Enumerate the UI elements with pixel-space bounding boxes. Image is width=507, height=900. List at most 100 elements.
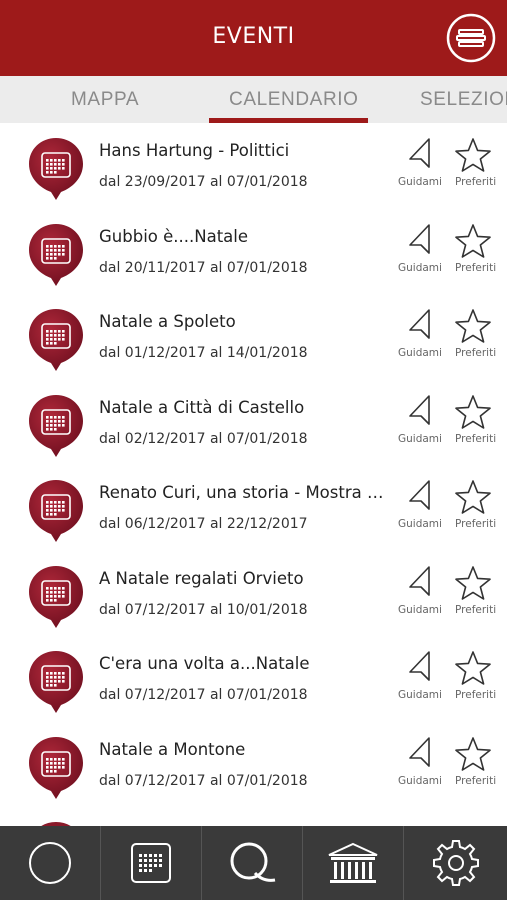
star-icon [455,138,491,172]
star-icon [455,565,491,600]
event-pin-icon [27,735,85,801]
event-title: Natale a Spoleto [99,312,236,331]
favorite-label: Preferiti [455,176,497,188]
event-dates: dal 07/12/2017 al 07/01/2018 [99,772,308,789]
page-title: EVENTI [212,24,295,49]
navigation-arrow-icon [409,394,430,425]
event-pin-icon [27,649,85,715]
guide-label: Guidami [398,432,442,445]
q-icon [230,842,276,882]
guide-label: Guidami [398,774,442,787]
guide-label: Guidami [398,518,442,530]
event-row[interactable]: Natale a Montone dal 07/12/2017 al 07/01… [0,722,507,808]
favorite-button[interactable]: Preferiti [452,137,498,189]
event-row[interactable]: Renato Curi, una storia - Mostra fotogra… [0,465,507,551]
event-dates: dal 02/12/2017 al 07/01/2018 [99,430,308,447]
event-title: A Natale regalati Orvieto [99,568,304,588]
menu-button[interactable] [446,13,496,63]
star-icon [455,480,491,514]
event-row-partial [0,807,507,826]
star-icon [455,223,491,258]
favorite-button[interactable]: Preferiti [452,479,498,531]
favorite-label: Preferiti [455,603,497,616]
guide-button[interactable]: Guidami [397,308,442,360]
event-row[interactable]: C'era una volta a...Natale dal 07/12/201… [0,636,507,722]
event-dates: dal 07/12/2017 al 10/01/2018 [99,601,308,618]
event-row[interactable]: Natale a Spoleto dal 01/12/2017 al 14/01… [0,294,507,380]
nav-calendar-button[interactable] [101,826,202,900]
favorite-label: Preferiti [455,774,497,787]
guide-button[interactable]: Guidami [397,736,442,788]
event-pin-icon [27,393,85,459]
navigation-arrow-icon [409,138,430,168]
event-row[interactable]: Natale a Città di Castello dal 02/12/201… [0,380,507,466]
favorite-button[interactable]: Preferiti [452,308,498,360]
favorite-button[interactable]: Preferiti [452,565,498,617]
star-icon [455,394,491,429]
favorite-label: Preferiti [455,261,497,274]
event-row[interactable]: Gubbio è....Natale dal 20/11/2017 al 07/… [0,209,507,295]
tab-selezioni[interactable]: SELEZION [420,89,507,111]
favorite-button[interactable]: Preferiti [452,736,498,788]
event-title: Natale a Montone [99,739,246,759]
favorite-label: Preferiti [455,518,497,530]
navigation-arrow-icon [409,309,430,339]
gear-icon [432,840,479,886]
guide-button[interactable]: Guidami [397,137,442,189]
event-title: Hans Hartung - Polittici [99,141,290,160]
nav-search-button[interactable] [202,826,303,900]
event-pin-icon [27,136,85,202]
bottom-nav [0,826,507,900]
event-row[interactable]: A Natale regalati Orvieto dal 07/12/2017… [0,551,507,637]
museum-icon [328,842,378,883]
star-icon [455,309,491,343]
guide-label: Guidami [398,689,442,701]
favorite-button[interactable]: Preferiti [452,223,498,275]
favorite-label: Preferiti [455,432,497,445]
event-pin-icon [27,564,85,630]
favorite-label: Preferiti [455,347,497,359]
event-title: Natale a Città di Castello [99,397,305,417]
favorite-button[interactable]: Preferiti [452,650,498,702]
event-title: C'era una volta a...Natale [99,654,310,673]
event-dates: dal 20/11/2017 al 07/01/2018 [99,259,308,276]
navigation-arrow-icon [409,565,430,596]
event-pin-icon [27,478,85,544]
navigation-arrow-icon [409,736,430,767]
nav-settings-button[interactable] [404,826,507,900]
navigation-arrow-icon [409,223,430,254]
navigation-arrow-icon [409,480,430,510]
nav-museum-button[interactable] [303,826,404,900]
circle-icon [29,842,71,884]
guide-button[interactable]: Guidami [397,223,442,275]
favorite-button[interactable]: Preferiti [452,394,498,446]
event-title: Renato Curi, una storia - Mostra fotogra… [99,483,389,502]
event-row[interactable]: Hans Hartung - Polittici dal 23/09/2017 … [0,123,507,209]
guide-button[interactable]: Guidami [397,479,442,531]
event-dates: dal 07/12/2017 al 07/01/2018 [99,687,308,703]
event-title: Gubbio è....Natale [99,226,249,246]
guide-label: Guidami [398,347,442,359]
navigation-arrow-icon [409,651,430,681]
guide-button[interactable]: Guidami [397,565,442,617]
guide-label: Guidami [398,603,442,616]
event-dates: dal 06/12/2017 al 22/12/2017 [99,516,308,532]
star-icon [455,651,491,685]
event-list: Hans Hartung - Polittici dal 23/09/2017 … [0,123,507,826]
app-header: EVENTI [0,0,507,76]
guide-button[interactable]: Guidami [397,394,442,446]
event-dates: dal 23/09/2017 al 07/01/2018 [99,174,308,190]
event-dates: dal 01/12/2017 al 14/01/2018 [99,345,308,361]
nav-map-button[interactable] [0,826,101,900]
event-pin-icon [27,222,85,288]
tab-mappa[interactable]: MAPPA [71,89,139,111]
favorite-label: Preferiti [455,689,497,701]
calendar-icon [131,843,171,883]
tab-bar: MAPPA CALENDARIO SELEZION [0,76,507,123]
guide-button[interactable]: Guidami [397,650,442,702]
guide-label: Guidami [398,176,442,188]
guide-label: Guidami [398,261,442,274]
star-icon [455,736,491,771]
menu-icon [446,13,496,63]
tab-calendario[interactable]: CALENDARIO [229,89,359,111]
